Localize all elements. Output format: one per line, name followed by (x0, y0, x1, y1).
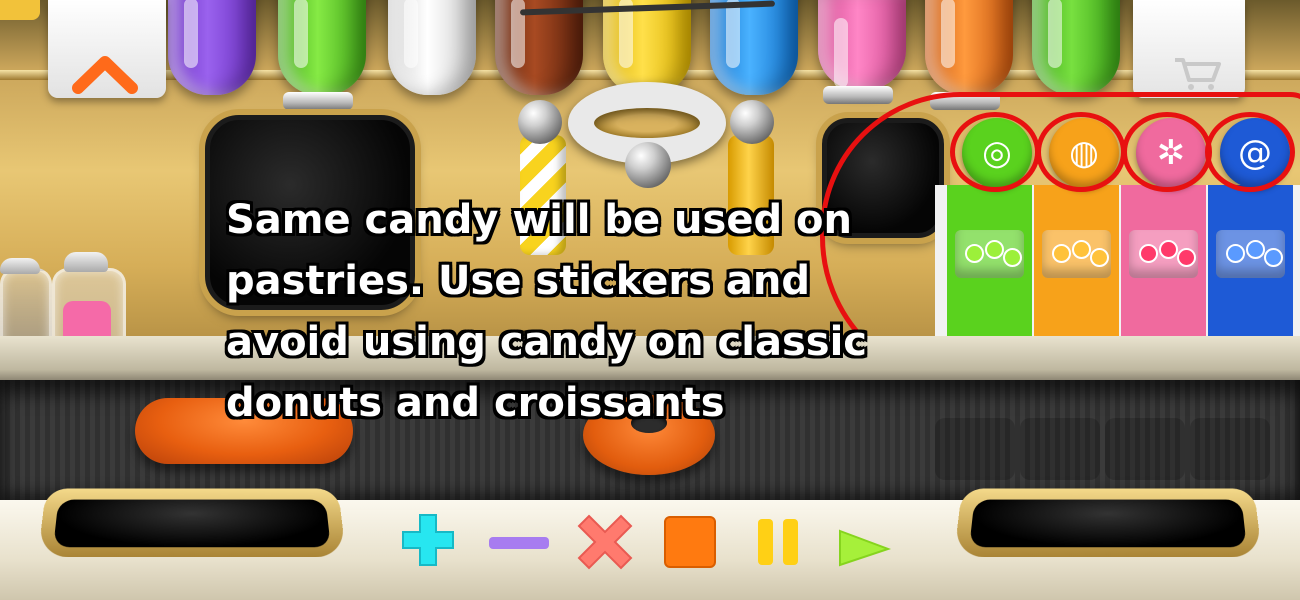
annotation-circle (1036, 112, 1126, 192)
menu-up-button[interactable] (48, 0, 166, 98)
annotation-circle (1205, 112, 1295, 192)
x-icon (577, 514, 633, 570)
dispenser-orange[interactable] (925, 0, 1013, 95)
chevron-up-icon (70, 52, 140, 96)
annotation-circle (950, 112, 1040, 192)
subtract-button[interactable] (486, 528, 552, 558)
belt-slot (935, 418, 1015, 480)
belt-slot (1190, 418, 1270, 480)
minus-icon (487, 534, 551, 552)
corner-cap (0, 0, 40, 20)
play-icon (836, 527, 892, 567)
pause-button[interactable] (748, 512, 808, 572)
jar-lid (64, 252, 108, 272)
right-handle[interactable] (954, 489, 1263, 558)
shopping-cart-icon (1171, 56, 1223, 92)
shop-button[interactable] (1133, 0, 1245, 98)
dispenser-blue[interactable] (710, 0, 798, 95)
pause-icon (754, 515, 802, 569)
dispenser-lime[interactable] (1032, 0, 1120, 95)
play-button[interactable] (834, 522, 894, 572)
chrome-ball (518, 100, 562, 144)
add-button[interactable] (398, 510, 458, 570)
belt-slot (1105, 418, 1185, 480)
belt-slot (1020, 418, 1100, 480)
tutorial-message: Same candy will be used on pastries. Use… (226, 190, 926, 434)
annotation-circle (1122, 112, 1212, 192)
dispenser-pink[interactable] (818, 0, 906, 90)
dispenser-white[interactable] (388, 0, 476, 95)
dispenser-purple[interactable] (168, 0, 256, 95)
nozzle (823, 86, 893, 104)
chrome-ball (730, 100, 774, 144)
nozzle (283, 92, 353, 110)
plus-icon (399, 511, 457, 569)
left-handle[interactable] (38, 489, 347, 558)
chrome-ball (625, 142, 671, 188)
stop-icon (663, 515, 717, 569)
multiply-button[interactable] (575, 512, 635, 572)
dispenser-yellow[interactable] (603, 0, 691, 95)
dispenser-green[interactable] (278, 0, 366, 95)
stop-button[interactable] (660, 512, 720, 572)
jar-lid (0, 258, 40, 274)
